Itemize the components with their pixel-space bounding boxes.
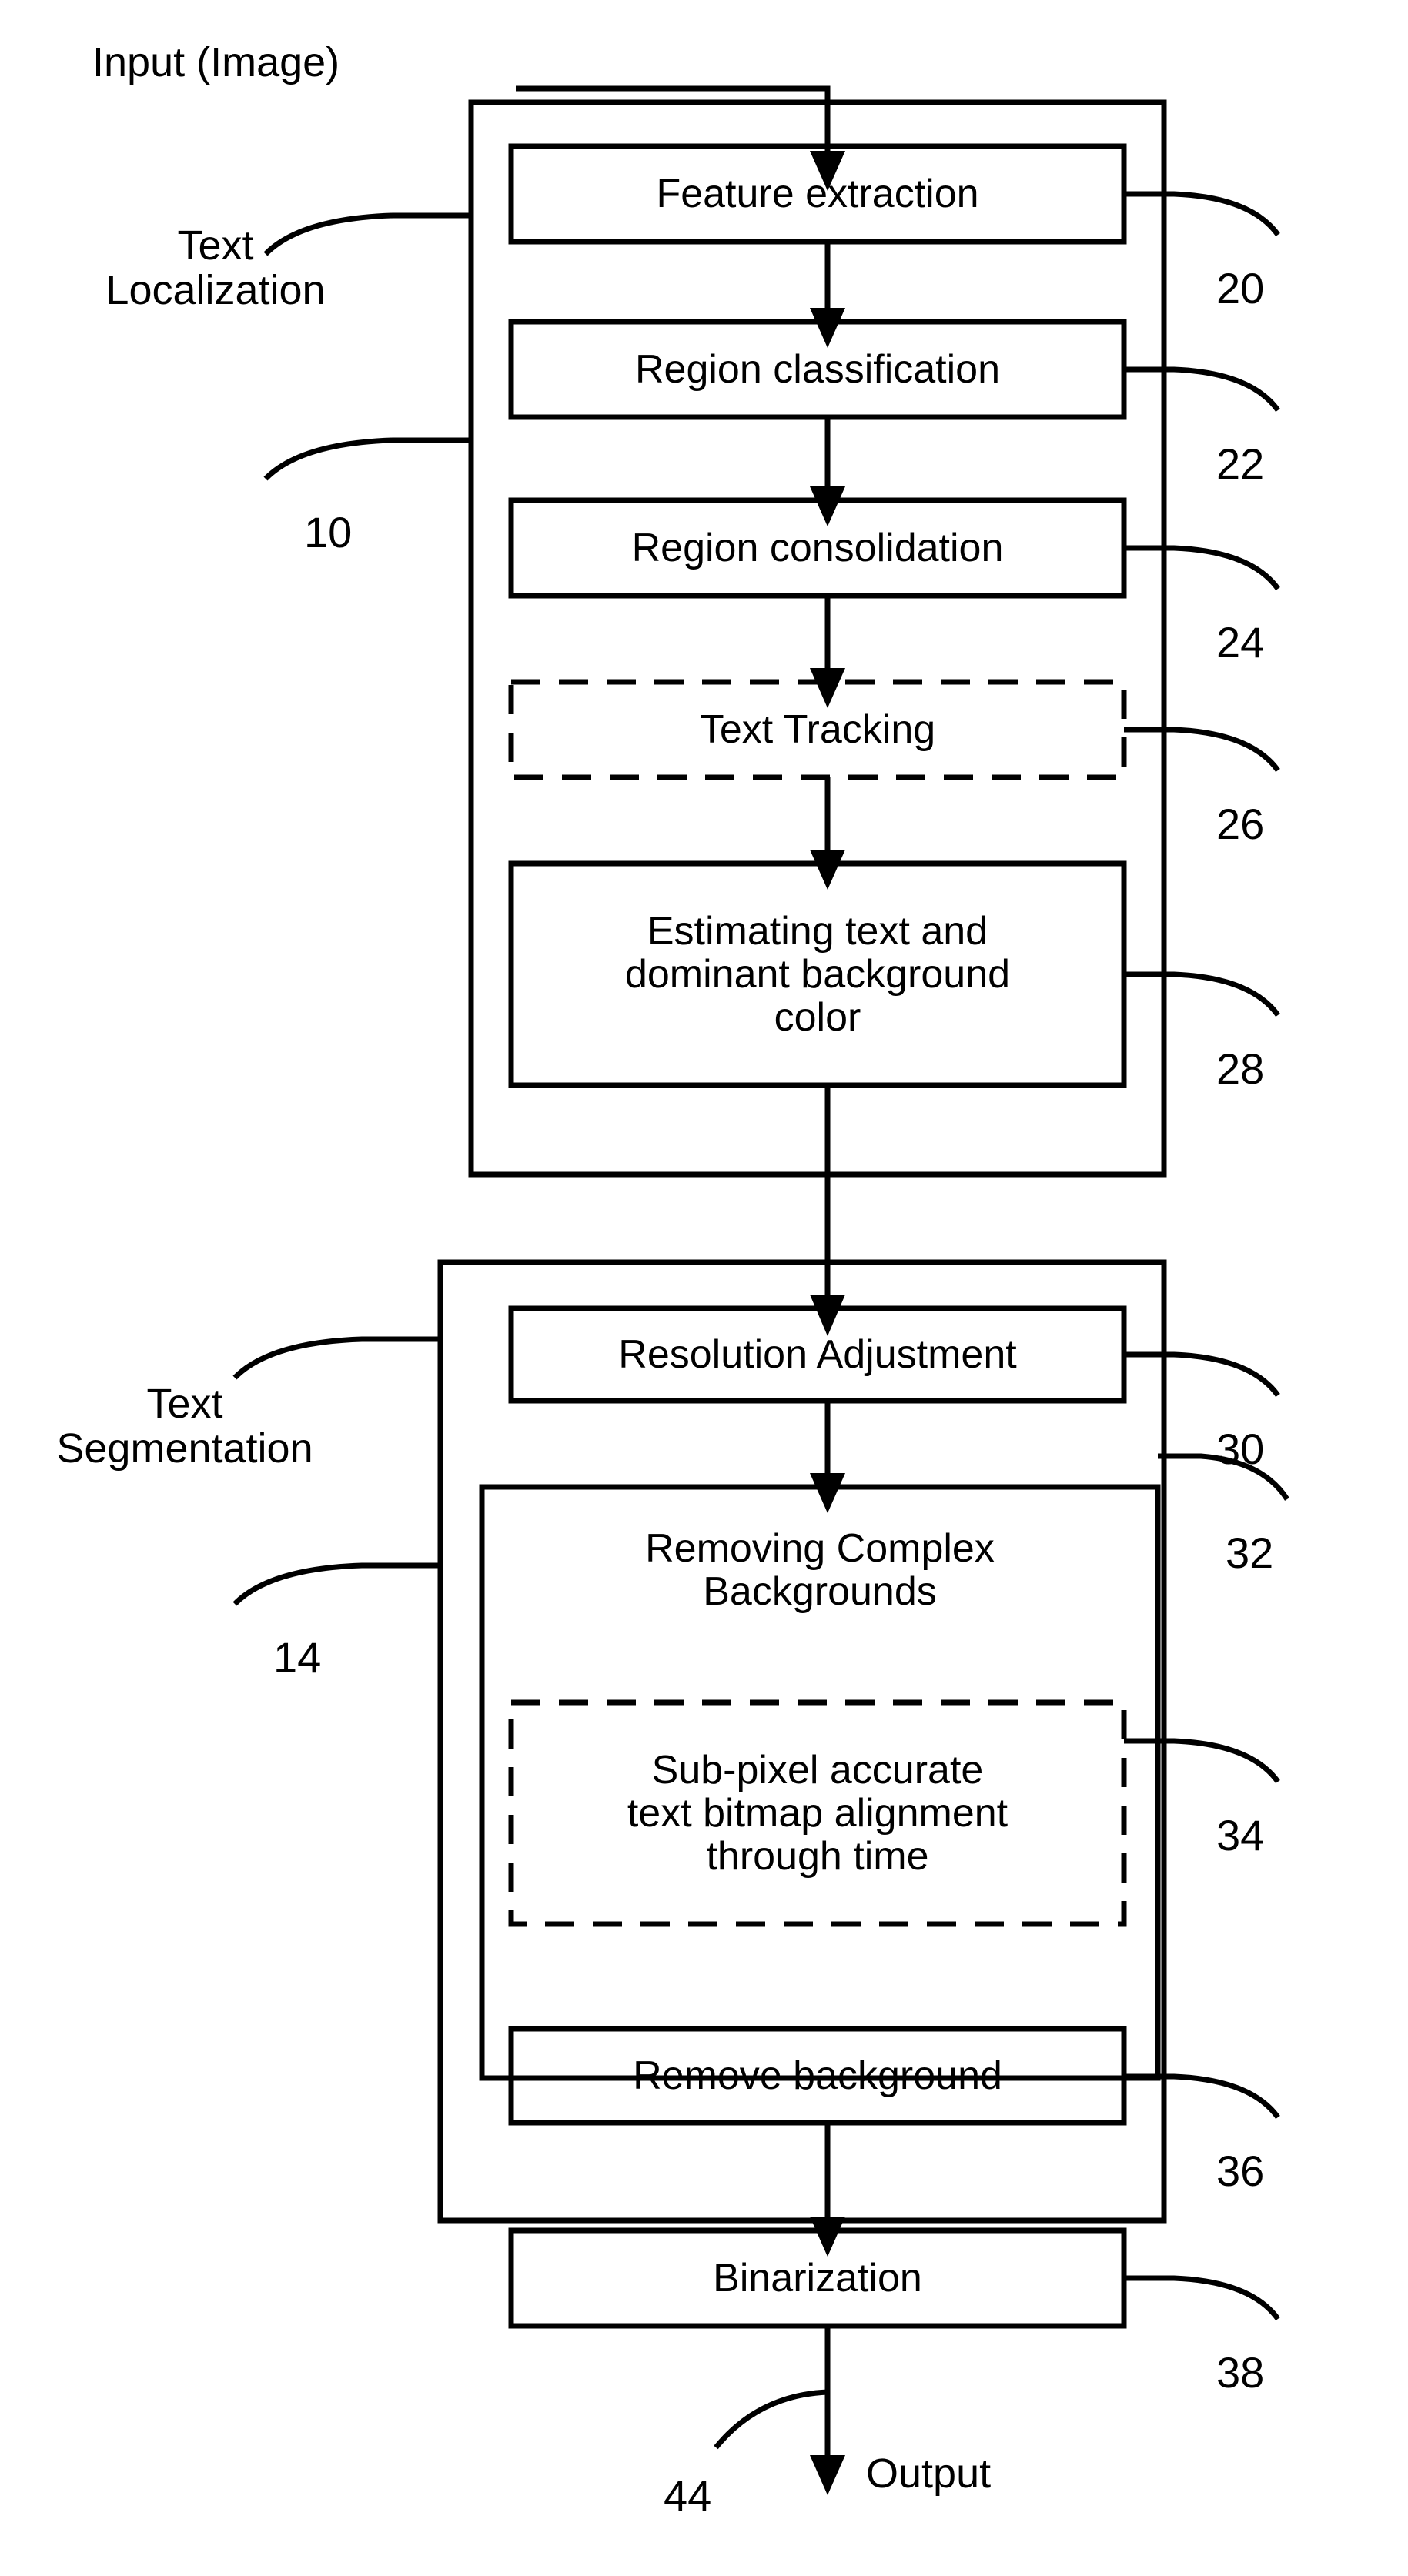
label-binarization: Binarization (713, 2255, 922, 2300)
ref-numeral-32: 32 (1226, 1529, 1274, 1577)
ref-numeral-20: 20 (1216, 264, 1265, 312)
leader-30 (1124, 1351, 1280, 1398)
label-text-tracking: Text Tracking (699, 707, 936, 752)
leader-44 (714, 2389, 828, 2450)
label-region-classification: Region classification (634, 346, 1001, 392)
leader-20 (1124, 191, 1280, 237)
ref-numeral-34: 34 (1216, 1811, 1265, 1859)
label-estimating-color-line2: dominant background (624, 951, 1011, 997)
label-subpixel-alignment-line1: Sub-pixel accurate (651, 1747, 984, 1793)
leader-34 (1124, 1738, 1280, 1784)
label-removing-complex-backgrounds: Removing Complex Backgrounds (482, 1509, 1158, 1632)
label-subpixel-alignment-line3: through time (706, 1834, 929, 1879)
leader-28 (1124, 971, 1280, 1017)
text-segmentation-label: Text Segmentation (0, 1382, 385, 1472)
ref-numeral-22: 22 (1216, 439, 1265, 488)
label-subpixel-alignment: Sub-pixel accurate text bitmap alignment… (511, 1702, 1124, 1924)
leader-10 (263, 437, 471, 481)
input-connector-line (516, 85, 831, 151)
output-label: Output (866, 2451, 992, 2497)
label-feature-extraction: Feature extraction (656, 171, 979, 216)
leader-36 (1124, 2073, 1280, 2120)
label-removing-complex-backgrounds-line2: Backgrounds (703, 1569, 937, 1614)
leader-38 (1124, 2275, 1280, 2321)
text-localization-label-line2: Localization (105, 267, 326, 314)
label-removing-complex-backgrounds-line1: Removing Complex (645, 1525, 995, 1571)
arrowhead-res-to-rcb (810, 1473, 845, 1513)
leader-24 (1124, 545, 1280, 591)
leader-22 (1124, 366, 1280, 413)
label-subpixel-alignment-line2: text bitmap alignment (627, 1790, 1008, 1836)
patent-figure: Input (Image) Text Localization Text Segme… (0, 0, 1408, 2576)
ref-numeral-26: 26 (1216, 800, 1265, 848)
leader-14 (232, 1562, 440, 1606)
label-estimating-color: Estimating text and dominant background … (511, 864, 1124, 1085)
arrowhead-bin-to-output (810, 2455, 845, 2495)
ref-numeral-14: 14 (273, 1633, 322, 1682)
label-estimating-color-line1: Estimating text and (647, 908, 988, 954)
ref-numeral-24: 24 (1216, 618, 1265, 667)
text-localization-label-line1: Text (177, 222, 254, 269)
ref-numeral-36: 36 (1216, 2147, 1265, 2195)
label-region-consolidation: Region consolidation (631, 525, 1004, 570)
ref-numeral-28: 28 (1216, 1044, 1265, 1093)
label-resolution-adjustment: Resolution Adjustment (618, 1331, 1017, 1377)
label-remove-background: Remove background (633, 2053, 1002, 2098)
text-segmentation-label-line1: Text (146, 1381, 223, 1427)
text-segmentation-label-line2: Segmentation (56, 1425, 313, 1472)
text-localization-label: Text Localization (15, 223, 416, 313)
ref-numeral-38: 38 (1216, 2348, 1265, 2397)
label-estimating-color-line3: color (774, 995, 861, 1041)
leader-text-segmentation (232, 1336, 440, 1380)
ref-numeral-30: 30 (1216, 1425, 1265, 1473)
ref-numeral-44: 44 (664, 2471, 712, 2520)
ref-numeral-10: 10 (304, 508, 353, 556)
leader-26 (1124, 727, 1280, 773)
input-label: Input (Image) (92, 39, 340, 85)
